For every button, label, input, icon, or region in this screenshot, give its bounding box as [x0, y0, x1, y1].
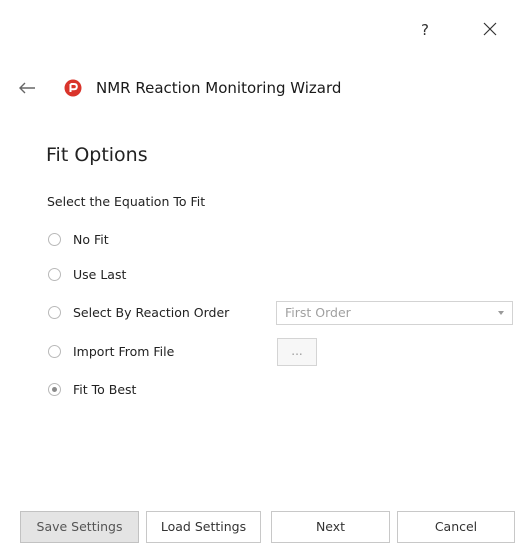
- radio-import-from-file[interactable]: Import From File: [48, 340, 174, 362]
- chevron-down-icon: [498, 311, 504, 315]
- radio-button[interactable]: [48, 232, 61, 246]
- radio-button[interactable]: [48, 305, 61, 319]
- radio-label: Import From File: [73, 343, 175, 359]
- wizard-title: NMR Reaction Monitoring Wizard: [96, 79, 342, 97]
- radio-label: Fit To Best: [73, 381, 137, 397]
- section-title: Fit Options: [46, 144, 148, 166]
- reaction-order-dropdown[interactable]: First Order: [276, 301, 513, 325]
- radio-button[interactable]: [48, 382, 61, 396]
- back-arrow-icon[interactable]: [16, 78, 38, 98]
- next-button[interactable]: Next: [271, 511, 390, 543]
- browse-file-button[interactable]: ...: [277, 338, 317, 366]
- help-button[interactable]: ?: [415, 18, 435, 42]
- cancel-button[interactable]: Cancel: [397, 511, 515, 543]
- reaction-order-value: First Order: [285, 305, 351, 320]
- radio-no-fit[interactable]: No Fit: [48, 228, 109, 250]
- radio-label: Select By Reaction Order: [73, 304, 230, 320]
- app-logo-icon: [64, 79, 82, 97]
- radio-label: Use Last: [73, 266, 127, 282]
- equation-subheading: Select the Equation To Fit: [47, 194, 206, 209]
- radio-fit-to-best[interactable]: Fit To Best: [48, 378, 136, 400]
- radio-use-last[interactable]: Use Last: [48, 263, 126, 285]
- radio-label: No Fit: [73, 231, 109, 247]
- radio-select-by-reaction-order[interactable]: Select By Reaction Order: [48, 301, 229, 323]
- radio-button[interactable]: [48, 344, 61, 358]
- load-settings-button[interactable]: Load Settings: [146, 511, 261, 543]
- save-settings-button[interactable]: Save Settings: [20, 511, 139, 543]
- close-icon[interactable]: [478, 17, 502, 41]
- radio-button[interactable]: [48, 267, 61, 281]
